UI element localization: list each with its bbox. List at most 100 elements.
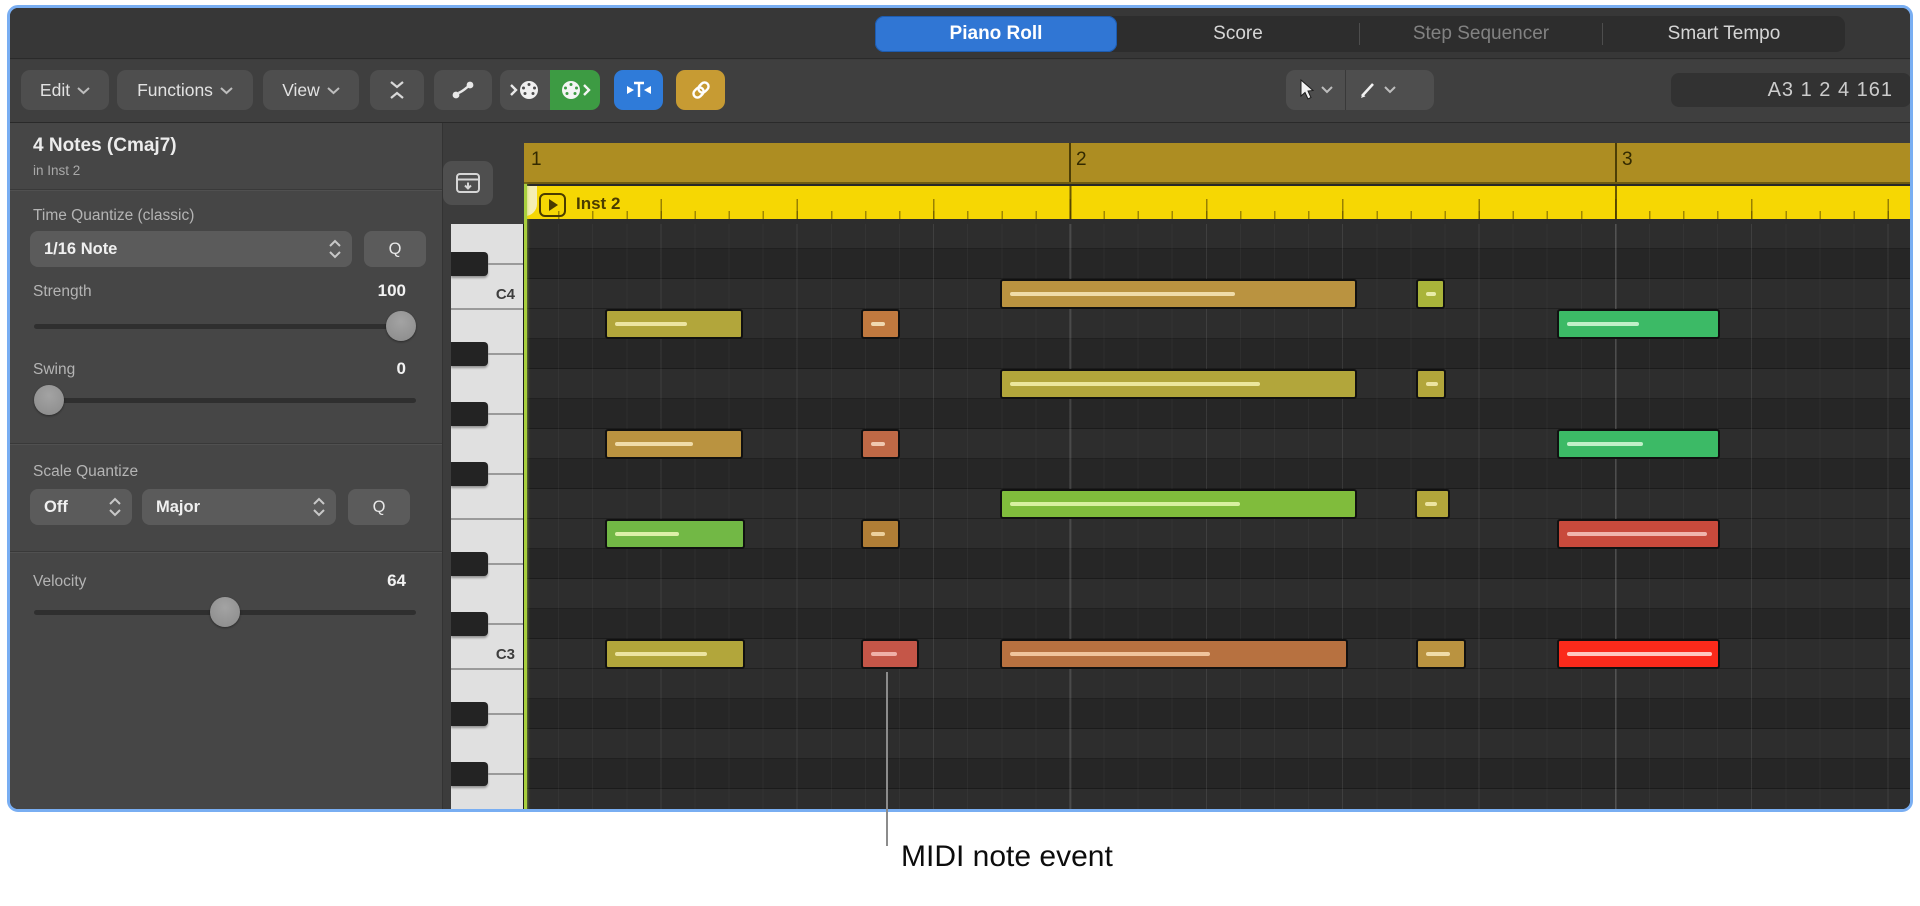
grid-lane-D3[interactable] <box>524 579 1912 609</box>
midi-note-G3-chord-3[interactable] <box>1557 429 1720 459</box>
key-separator <box>488 623 523 625</box>
midi-note-C4-chord-2[interactable] <box>1000 279 1357 309</box>
key-separator <box>488 413 523 415</box>
strength-slider[interactable] <box>34 311 416 341</box>
black-key-A#2[interactable] <box>451 702 488 726</box>
note-grid-area: 123 Inst 2 <box>524 143 1912 812</box>
grid-lane-G2[interactable] <box>524 789 1912 812</box>
piano-roll-window: Piano Roll Score Step Sequencer Smart Te… <box>7 5 1913 812</box>
note-velocity-line <box>1425 502 1437 506</box>
view-menu-button[interactable]: View <box>263 70 359 110</box>
grid-lane-A#3[interactable] <box>524 339 1912 369</box>
edit-menu-button[interactable]: Edit <box>21 70 109 110</box>
black-key-G#3[interactable] <box>451 402 488 426</box>
midi-note-G3-chord-1[interactable] <box>605 429 743 459</box>
pencil-icon <box>1358 80 1378 100</box>
time-quantize-label: Time Quantize (classic) <box>33 207 194 225</box>
black-key-C#4[interactable] <box>451 252 488 276</box>
midi-note-C3-shorts[interactable] <box>861 639 919 669</box>
midi-note-C4-echo[interactable] <box>1416 279 1445 309</box>
midi-note-E3-chord-3[interactable] <box>1557 519 1720 549</box>
tab-piano-roll[interactable]: Piano Roll <box>875 16 1117 52</box>
swing-slider[interactable] <box>34 385 416 415</box>
tab-step-sequencer[interactable]: Step Sequencer <box>1360 16 1602 52</box>
midi-in-button[interactable] <box>500 70 550 110</box>
key-separator <box>488 263 523 265</box>
midi-note-C3-chord-3[interactable] <box>1557 639 1720 669</box>
playhead[interactable] <box>524 184 527 812</box>
midi-note-A3-chord-2[interactable] <box>1000 369 1357 399</box>
piano-roll-toolbar: Edit Functions View <box>10 60 1910 123</box>
grid-lane-G#3[interactable] <box>524 399 1912 429</box>
black-key-C#3[interactable] <box>451 612 488 636</box>
tab-smart-tempo[interactable]: Smart Tempo <box>1603 16 1845 52</box>
midi-note-C3-echo[interactable] <box>1416 639 1466 669</box>
midi-note-C3-chord-2[interactable] <box>1000 639 1348 669</box>
piano-keyboard[interactable]: C4C3 <box>451 224 524 812</box>
grid-lane-A#2[interactable] <box>524 699 1912 729</box>
tool-selector-group <box>1286 70 1434 110</box>
midi-note-B3-chord-3[interactable] <box>1557 309 1720 339</box>
midi-note-F3-chord-2[interactable] <box>1000 489 1357 519</box>
time-quantize-select[interactable]: 1/16 Note <box>30 231 352 267</box>
grid-lane-F#3[interactable] <box>524 459 1912 489</box>
screenshot-canvas: Piano Roll Score Step Sequencer Smart Te… <box>0 0 1920 906</box>
velocity-value: 64 <box>387 571 406 591</box>
scale-quantize-root-select[interactable]: Off <box>30 489 132 525</box>
callout-line <box>886 672 888 846</box>
scale-quantize-mode-select[interactable]: Major <box>142 489 336 525</box>
key-separator <box>451 308 523 310</box>
chevron-down-icon <box>77 87 90 95</box>
midi-note-E3-shorts[interactable] <box>861 519 900 549</box>
playhead-position-display[interactable]: A3 1 2 4 161 <box>1671 73 1911 107</box>
inspector-divider <box>10 443 442 444</box>
midi-note-B3-chord-1[interactable] <box>605 309 743 339</box>
functions-menu-label: Functions <box>137 80 213 101</box>
pencil-tool-button[interactable] <box>1346 70 1408 110</box>
bar-number-2: 2 <box>1076 149 1087 171</box>
velocity-slider-thumb[interactable] <box>210 597 240 627</box>
black-key-G#2[interactable] <box>451 762 488 786</box>
midi-note-G3-shorts[interactable] <box>861 429 900 459</box>
functions-menu-button[interactable]: Functions <box>117 70 253 110</box>
automation-button[interactable] <box>434 70 492 110</box>
panel-down-arrow-icon <box>455 172 481 194</box>
grid-lane-D#3[interactable] <box>524 549 1912 579</box>
midi-note-E3-chord-1[interactable] <box>605 519 745 549</box>
grid-lane-G#2[interactable] <box>524 759 1912 789</box>
midi-note-F3-echo[interactable] <box>1415 489 1450 519</box>
pointer-tool-button[interactable] <box>1286 70 1345 110</box>
grid-lane-C#4[interactable] <box>524 249 1912 279</box>
region-play-button[interactable] <box>539 193 566 217</box>
bar-number-3: 3 <box>1622 149 1633 171</box>
black-key-D#3[interactable] <box>451 552 488 576</box>
bar-ruler[interactable]: 123 <box>524 143 1912 184</box>
swing-slider-thumb[interactable] <box>34 385 64 415</box>
midi-out-button[interactable] <box>550 70 600 110</box>
black-key-A#3[interactable] <box>451 342 488 366</box>
tab-score[interactable]: Score <box>1117 16 1359 52</box>
grid-lane-C#3[interactable] <box>524 609 1912 639</box>
velocity-slider[interactable] <box>34 597 416 627</box>
note-velocity-line <box>1426 382 1438 386</box>
inspector-divider <box>10 551 442 552</box>
grid-lane-A2[interactable] <box>524 729 1912 759</box>
midi-note-B3-shorts[interactable] <box>861 309 900 339</box>
grid-lane-B2[interactable] <box>524 669 1912 699</box>
link-button[interactable] <box>676 70 725 110</box>
note-velocity-line <box>615 322 687 326</box>
midi-note-C3-chord-1[interactable] <box>605 639 745 669</box>
scale-quantize-apply-button[interactable]: Q <box>348 489 410 525</box>
midi-note-A3-echo[interactable] <box>1416 369 1446 399</box>
catch-playhead-button[interactable] <box>614 70 663 110</box>
editor-tab-segments: Piano Roll Score Step Sequencer Smart Te… <box>875 16 1845 52</box>
play-triangle-icon <box>549 199 558 211</box>
note-velocity-line <box>1010 502 1240 506</box>
midi-in-icon <box>509 79 541 101</box>
grid-lane-D4[interactable] <box>524 219 1912 249</box>
strength-slider-thumb[interactable] <box>386 311 416 341</box>
collapse-mode-button[interactable] <box>370 70 424 110</box>
black-key-F#3[interactable] <box>451 462 488 486</box>
local-inspector-toggle-button[interactable] <box>443 161 493 205</box>
time-quantize-apply-button[interactable]: Q <box>364 231 426 267</box>
